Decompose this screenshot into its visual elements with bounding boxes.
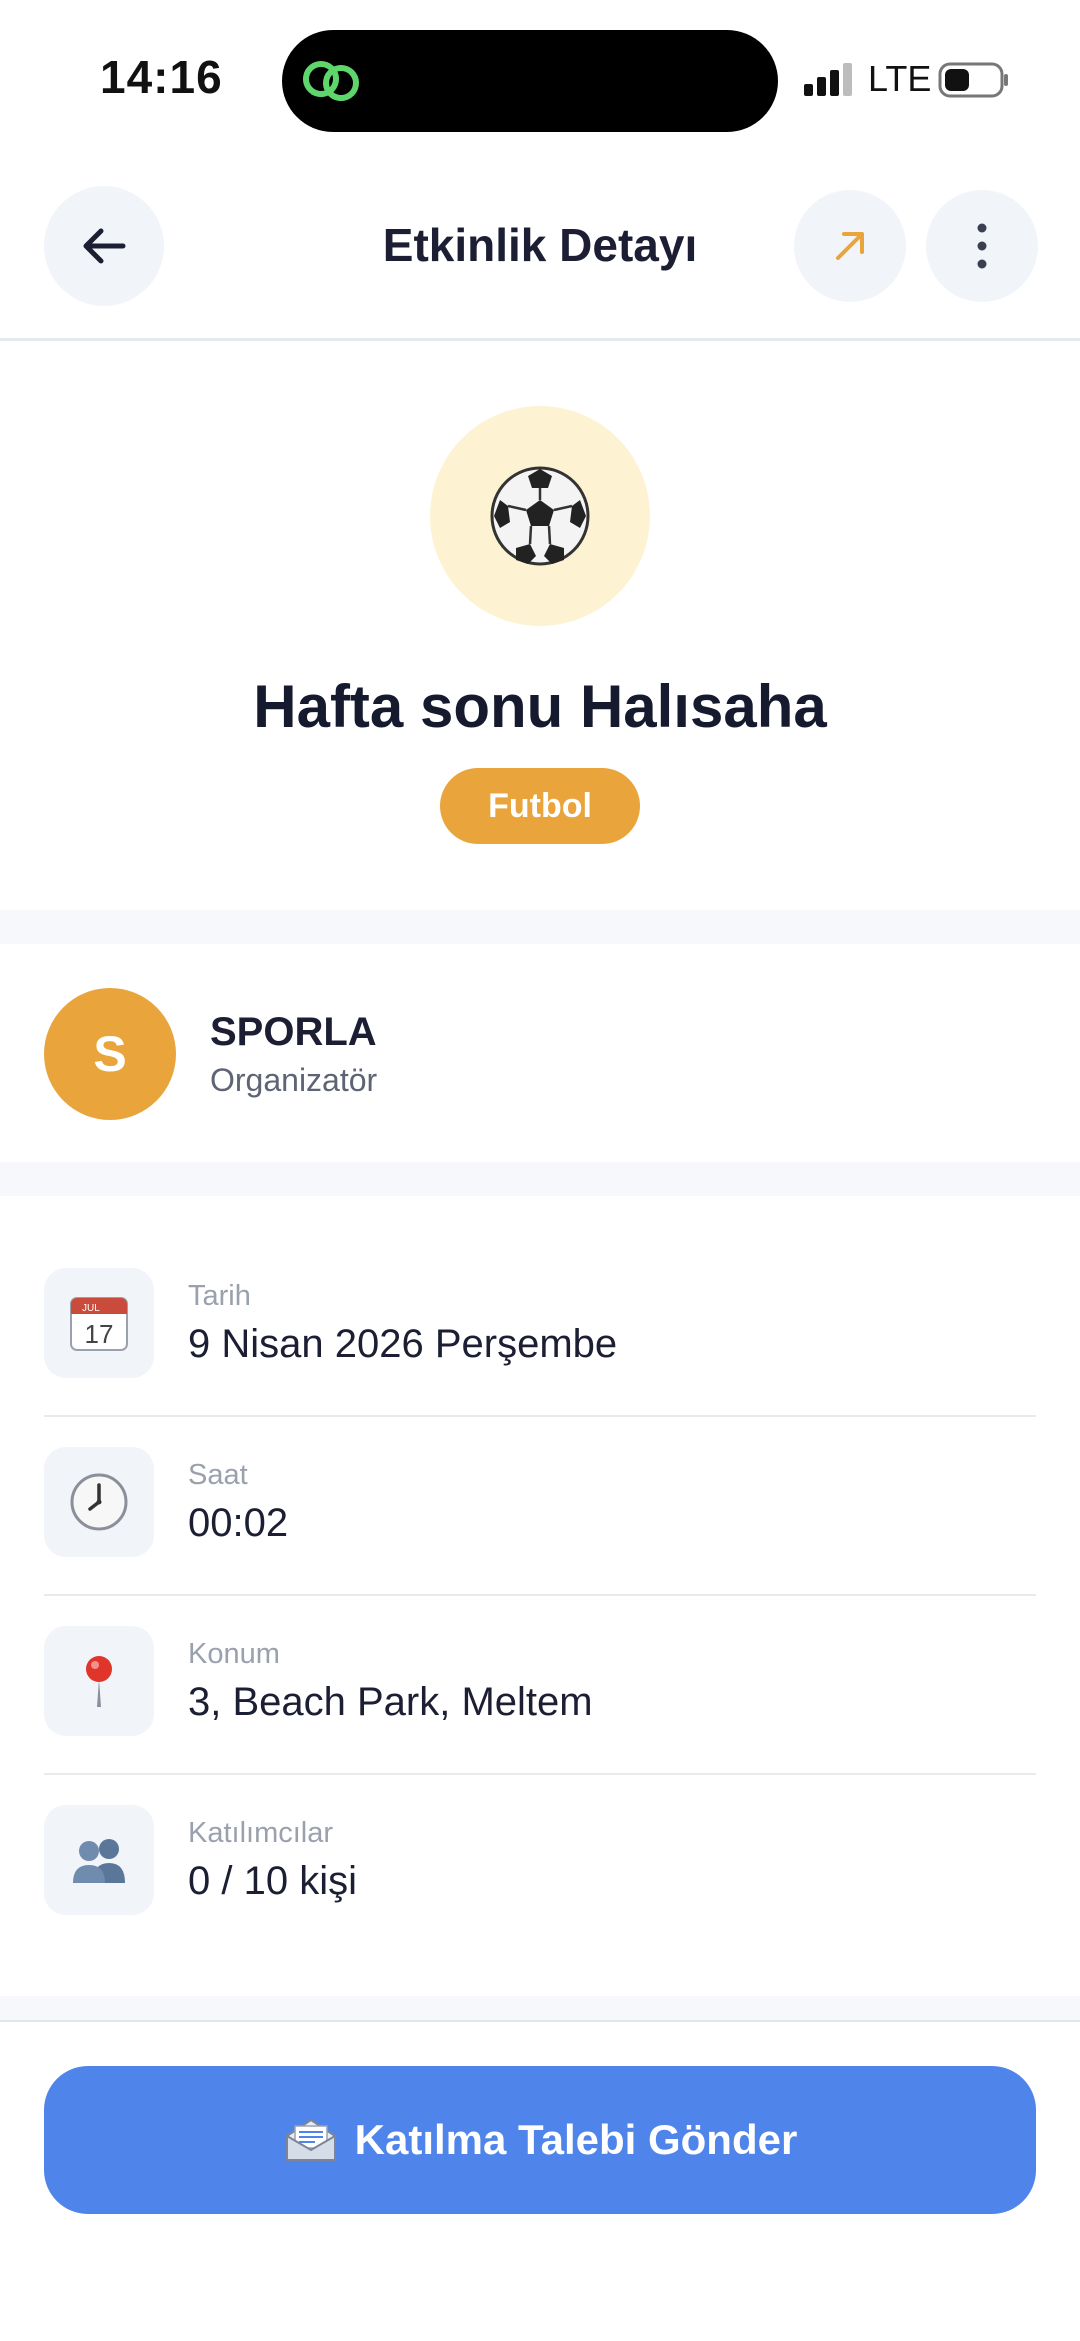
calendar-icon-box: JUL 17	[44, 1268, 154, 1378]
detail-value: 9 Nisan 2026 Perşembe	[188, 1322, 618, 1366]
people-icon-box	[44, 1805, 154, 1915]
battery-icon	[938, 62, 1008, 98]
detail-row-location: Konum 3, Beach Park, Meltem	[44, 1596, 1036, 1775]
section-divider	[0, 1996, 1080, 2020]
detail-row-time: Saat 00:02	[44, 1417, 1036, 1596]
organizer-role: Organizatör	[210, 1062, 378, 1098]
status-time: 14:16	[100, 51, 223, 103]
organizer-avatar: S	[44, 988, 176, 1120]
detail-value: 00:02	[188, 1501, 289, 1545]
category-badge: Futbol	[440, 768, 640, 844]
detail-label: Tarih	[188, 1280, 251, 1312]
detail-label: Saat	[188, 1459, 248, 1491]
clock-icon-box	[44, 1447, 154, 1557]
detail-label: Katılımcılar	[188, 1817, 334, 1849]
pin-icon	[86, 1656, 112, 1707]
detail-row-participants: Katılımcılar 0 / 10 kişi	[44, 1775, 1036, 1954]
clock-icon	[70, 1473, 128, 1531]
calendar-month-text: JUL	[82, 1303, 100, 1314]
arrow-up-right-icon	[836, 232, 864, 260]
detail-row-date: JUL 17 Tarih 9 Nisan 2026 Perşembe	[44, 1238, 1036, 1417]
detail-value: 3, Beach Park, Meltem	[188, 1680, 593, 1724]
link-icon	[303, 61, 359, 101]
people-icon	[73, 1839, 125, 1883]
share-button[interactable]	[794, 190, 906, 302]
dynamic-island	[282, 30, 778, 132]
status-bar: 14:16 LTE	[0, 0, 1080, 160]
app-header: Etkinlik Detayı	[0, 180, 1080, 340]
pin-icon-box	[44, 1626, 154, 1736]
join-request-button[interactable]: Katılma Talebi Gönder	[44, 2066, 1036, 2214]
soccer-ball-icon	[490, 466, 590, 566]
more-options-button[interactable]	[926, 190, 1038, 302]
calendar-day-text: 17	[85, 1319, 114, 1349]
detail-value: 0 / 10 kişi	[188, 1859, 357, 1903]
signal-icon	[804, 63, 852, 96]
section-divider	[0, 1162, 1080, 1196]
section-divider	[0, 910, 1080, 944]
more-vertical-icon	[977, 223, 987, 269]
join-button-label: Katılma Talebi Gönder	[354, 2116, 798, 2163]
organizer-name: SPORLA	[210, 1010, 377, 1054]
page-title: Etkinlik Detayı	[382, 219, 698, 271]
network-label: LTE	[868, 58, 932, 99]
event-title: Hafta sonu Halısaha	[253, 673, 827, 740]
detail-label: Konum	[188, 1638, 280, 1670]
footer-divider	[0, 2020, 1080, 2022]
calendar-icon: JUL 17	[70, 1297, 128, 1351]
header-divider	[0, 338, 1080, 341]
envelope-icon	[285, 2118, 336, 2161]
event-icon-circle	[430, 406, 650, 626]
